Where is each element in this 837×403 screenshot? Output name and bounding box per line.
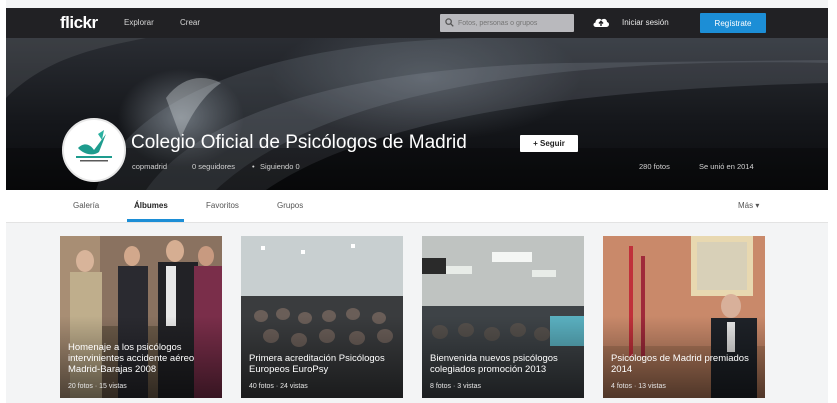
followers-count[interactable]: 0 seguidores bbox=[192, 162, 235, 171]
profile-avatar[interactable] bbox=[62, 118, 126, 182]
register-button[interactable]: Regístrate bbox=[700, 13, 766, 33]
tab-gallery[interactable]: Galería bbox=[73, 201, 99, 210]
nav-explore-link[interactable]: Explorar bbox=[124, 18, 154, 27]
signin-link[interactable]: Iniciar sesión bbox=[622, 18, 669, 27]
cop-logo-image bbox=[76, 130, 112, 162]
tab-albums[interactable]: Álbumes bbox=[134, 201, 168, 210]
profile-name: Colegio Oficial de Psicólogos de Madrid bbox=[131, 132, 467, 153]
nav-create-link[interactable]: Crear bbox=[180, 18, 200, 27]
album-card[interactable]: Bienvenida nuevos psicólogos colegiados … bbox=[422, 236, 584, 398]
flickr-window: flickr Explorar Crear Iniciar sesión Reg… bbox=[6, 0, 828, 403]
album-card[interactable]: Psicólogos de Madrid premiados 2014 4 fo… bbox=[603, 236, 765, 398]
search-box[interactable] bbox=[440, 14, 574, 32]
flickr-logo[interactable]: flickr bbox=[60, 13, 98, 33]
tab-favorites[interactable]: Favoritos bbox=[206, 201, 239, 210]
top-navigation-bar: flickr Explorar Crear Iniciar sesión Reg… bbox=[6, 8, 828, 38]
album-title: Homenaje a los psicólogos intervinientes… bbox=[68, 342, 195, 375]
album-count: 4 fotos · 13 vistas bbox=[611, 383, 666, 390]
search-icon bbox=[445, 18, 454, 27]
follow-button[interactable]: + Seguir bbox=[520, 135, 578, 152]
upload-cloud-icon[interactable] bbox=[592, 15, 610, 29]
profile-cover: Colegio Oficial de Psicólogos de Madrid … bbox=[6, 38, 828, 190]
active-tab-indicator bbox=[127, 219, 184, 222]
separator-dot: • bbox=[252, 162, 255, 171]
search-input[interactable] bbox=[458, 17, 568, 29]
tab-groups[interactable]: Grupos bbox=[277, 201, 303, 210]
profile-username: copmadrid bbox=[132, 162, 168, 171]
album-count: 8 fotos · 3 vistas bbox=[430, 383, 481, 390]
photo-count: 280 fotos bbox=[639, 162, 670, 171]
more-menu[interactable]: Más ▾ bbox=[738, 201, 759, 210]
album-title: Primera acreditación Psicólogos Europeos… bbox=[249, 353, 385, 375]
joined-date: Se unió en 2014 bbox=[699, 162, 754, 171]
profile-tabs: Galería Álbumes Favoritos Grupos Más ▾ bbox=[6, 190, 828, 223]
album-card[interactable]: Primera acreditación Psicólogos Europeos… bbox=[241, 236, 403, 398]
album-card[interactable]: Homenaje a los psicólogos intervinientes… bbox=[60, 236, 222, 398]
album-count: 40 fotos · 24 vistas bbox=[249, 383, 308, 390]
album-title: Psicólogos de Madrid premiados 2014 bbox=[611, 353, 749, 375]
album-count: 20 fotos · 15 vistas bbox=[68, 383, 127, 390]
album-title: Bienvenida nuevos psicólogos colegiados … bbox=[430, 353, 558, 375]
following-count[interactable]: Siguiendo 0 bbox=[260, 162, 300, 171]
